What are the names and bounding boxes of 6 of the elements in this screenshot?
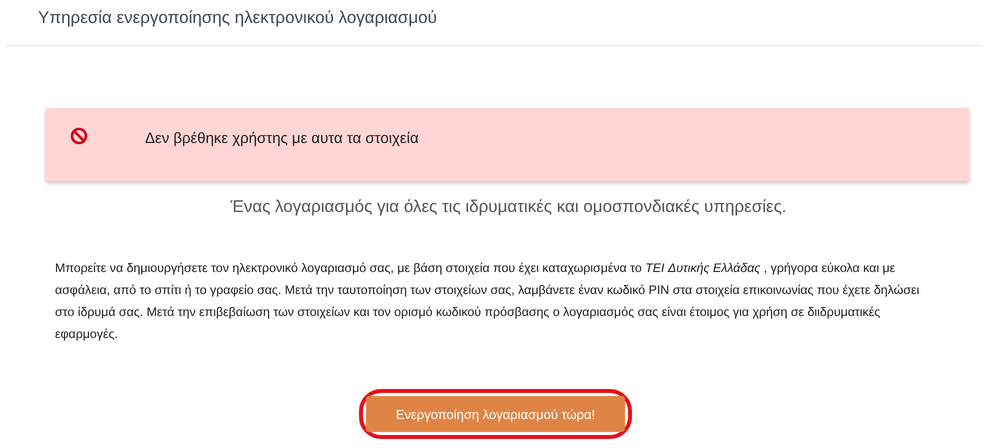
description-paragraph: Μπορείτε να δημιουργήσετε τον ηλεκτρονικό λογαριασμό σας, με βάση στοιχεία που έχει καταχωρισμένα το TEI Δυτικής Ελλάδας , γρήγορα εύκολα και με ασφάλεια, από το σπίτι ή το γραφείο σας. Μετά την ταυτοποίηση των στοιχείων σας, λαμβάνετε έναν κωδικό PIN στα στοιχεία επικοινωνίας που έχετε δηλώσει στο ίδρυμά σας. Μετά την επιβεβαίωση των στοιχείων και τον ορισμό κωδικού πρόσβασης ο λογαριασμός σας είναι έτοιμος για χρήση σε διιδρυματικές εφαρμογές. — [55, 260, 920, 343]
page-title: Υπηρεσία ενεργοποίησης ηλεκτρονικού λογαριασμού — [38, 8, 437, 27]
activate-account-button[interactable]: Ενεργοποίηση λογαριασμού τώρα! — [366, 396, 626, 432]
alert-message: Δεν βρέθηκε χρήστης με αυτα τα στοιχεία — [145, 130, 419, 147]
subtitle: Ένας λογαριασμός για όλες τις ιδρυματικές και ομοσπονδιακές υπηρεσίες. — [230, 197, 787, 216]
prohibited-icon — [70, 127, 88, 145]
